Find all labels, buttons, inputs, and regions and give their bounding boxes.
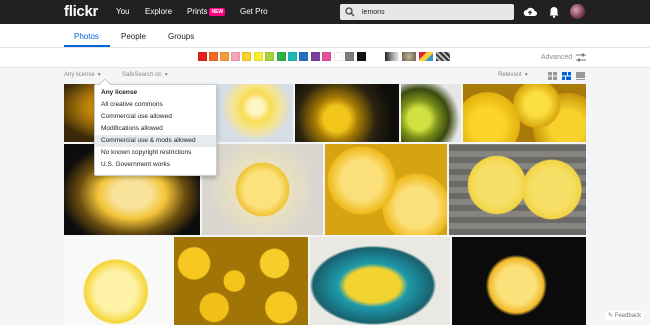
photo-tile[interactable]: [295, 84, 399, 142]
license-option-commercial[interactable]: Commercial use allowed: [95, 111, 216, 123]
photo-tile[interactable]: [174, 237, 308, 325]
photo-tile[interactable]: [325, 144, 447, 235]
color-filter-bar: Advanced: [0, 48, 650, 68]
photo-tile[interactable]: [64, 237, 172, 325]
style-minimalist-filter[interactable]: [419, 52, 433, 61]
feedback-icon: ✎: [608, 313, 614, 319]
nav-prints-label: Prints: [187, 7, 208, 16]
photo-tile[interactable]: [211, 84, 293, 142]
upload-cloud-icon[interactable]: [523, 5, 537, 19]
color-swatch-white[interactable]: [334, 52, 343, 61]
notifications-bell-icon[interactable]: [547, 5, 561, 19]
new-badge: NEW: [209, 8, 226, 16]
avatar[interactable]: [570, 4, 585, 19]
nav-you[interactable]: You: [116, 7, 130, 16]
tab-photos[interactable]: Photos: [74, 32, 99, 41]
advanced-link[interactable]: Advanced: [541, 54, 572, 61]
style-black-and-white-filter[interactable]: [385, 52, 399, 61]
search-box: [340, 4, 514, 20]
tab-people[interactable]: People: [121, 32, 146, 41]
license-option-commercial-mods[interactable]: Commercial use & mods allowed: [95, 135, 216, 147]
license-filter-toggle[interactable]: Any license ▼: [64, 72, 102, 78]
color-swatch-green[interactable]: [277, 52, 286, 61]
color-swatch-gray[interactable]: [345, 52, 354, 61]
chevron-down-icon: ▼: [163, 72, 169, 78]
license-filter-label: Any license: [64, 72, 95, 78]
color-swatch-blue[interactable]: [299, 52, 308, 61]
color-swatch-yellow[interactable]: [242, 52, 251, 61]
filters-sliders-icon[interactable]: [576, 53, 586, 62]
nav-explore[interactable]: Explore: [145, 7, 172, 16]
color-swatch-black[interactable]: [357, 52, 366, 61]
color-swatch-orange[interactable]: [220, 52, 229, 61]
license-option-us-gov[interactable]: U.S. Government works: [95, 159, 216, 171]
justified-view-icon[interactable]: [562, 72, 571, 80]
license-option-all-cc[interactable]: All creative commons: [95, 99, 216, 111]
sort-label: Relevant: [498, 72, 522, 78]
color-swatch-red[interactable]: [198, 52, 207, 61]
color-swatch-light-yellow[interactable]: [254, 52, 263, 61]
safesearch-label: SafeSearch on: [122, 72, 162, 78]
large-view-icon[interactable]: [576, 72, 585, 80]
color-swatch-purple[interactable]: [311, 52, 320, 61]
color-swatch-dark-orange[interactable]: [209, 52, 218, 61]
photo-tile[interactable]: [310, 237, 450, 325]
photo-tile[interactable]: [449, 144, 586, 235]
photo-tile[interactable]: [401, 84, 461, 142]
top-navigation-bar: flickr You Explore Prints NEW Get Pro: [0, 0, 650, 24]
license-option-modifications[interactable]: Modifications allowed: [95, 123, 216, 135]
search-input[interactable]: [362, 6, 502, 18]
search-icon[interactable]: [345, 7, 355, 17]
grid-view-icon[interactable]: [548, 72, 557, 80]
color-swatch-pink[interactable]: [231, 52, 240, 61]
nav-get-pro[interactable]: Get Pro: [240, 7, 268, 16]
style-shallow-depth-filter[interactable]: [402, 52, 416, 61]
flickr-logo[interactable]: flickr: [64, 3, 98, 20]
style-patterns-filter[interactable]: [436, 52, 450, 61]
color-swatch-lime[interactable]: [265, 52, 274, 61]
license-option-any[interactable]: Any license: [95, 87, 216, 99]
search-tabs: Photos People Groups: [0, 24, 650, 48]
nav-prints[interactable]: Prints NEW: [187, 7, 226, 16]
active-tab-indicator: [64, 45, 110, 47]
color-swatch-magenta[interactable]: [322, 52, 331, 61]
license-option-no-copyright[interactable]: No known copyright restrictions: [95, 147, 216, 159]
feedback-button[interactable]: ✎ Feedback: [605, 311, 645, 320]
chevron-down-icon: ▼: [96, 72, 102, 78]
feedback-label: Feedback: [614, 313, 642, 319]
sort-dropdown[interactable]: Relevant ▼: [498, 72, 529, 78]
chevron-down-icon: ▼: [523, 72, 529, 78]
safesearch-toggle[interactable]: SafeSearch on ▼: [122, 72, 169, 78]
license-dropdown-menu: Any license All creative commons Commerc…: [94, 78, 217, 176]
tab-groups[interactable]: Groups: [168, 32, 194, 41]
photo-tile[interactable]: [202, 144, 323, 235]
photo-tile[interactable]: [452, 237, 586, 325]
color-swatch-teal[interactable]: [288, 52, 297, 61]
photo-tile[interactable]: [463, 84, 586, 142]
